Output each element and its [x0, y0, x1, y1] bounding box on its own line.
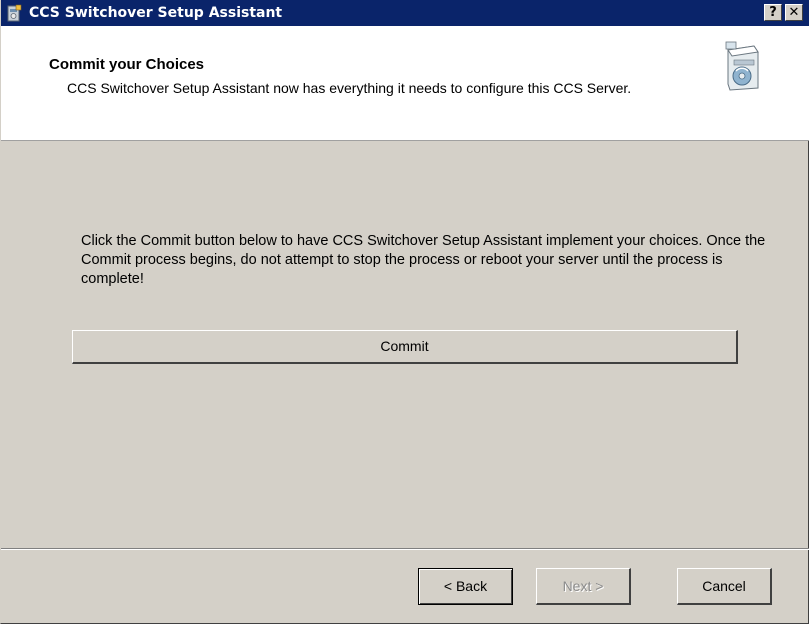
- commit-instructions: Click the Commit button below to have CC…: [81, 233, 766, 287]
- window-title: CCS Switchover Setup Assistant: [29, 5, 283, 21]
- wizard-header: Commit your Choices CCS Switchover Setup…: [1, 26, 809, 141]
- title-bar[interactable]: CCS Switchover Setup Assistant ? ✕: [1, 0, 809, 26]
- next-button[interactable]: Next >: [536, 568, 631, 605]
- page-title: Commit your Choices: [49, 56, 205, 73]
- back-button[interactable]: < Back: [418, 568, 513, 605]
- page-description: CCS Switchover Setup Assistant now has e…: [67, 80, 632, 96]
- footer-divider-highlight: [1, 549, 809, 550]
- cancel-button[interactable]: Cancel: [677, 568, 772, 605]
- close-button[interactable]: ✕: [785, 4, 803, 21]
- help-button[interactable]: ?: [764, 4, 782, 21]
- setup-assistant-icon: [5, 4, 23, 22]
- commit-button[interactable]: Commit: [72, 330, 738, 364]
- server-cd-box-icon: [720, 40, 764, 92]
- setup-assistant-window: CCS Switchover Setup Assistant ? ✕ Commi…: [0, 0, 809, 624]
